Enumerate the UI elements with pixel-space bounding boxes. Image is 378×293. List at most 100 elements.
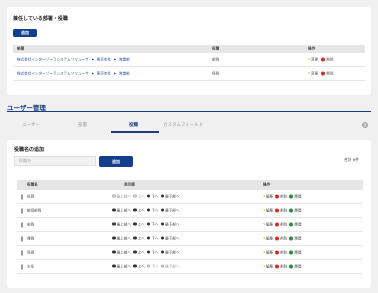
delete-label: 削除	[280, 236, 288, 240]
drag-handle-icon[interactable]	[21, 236, 23, 241]
order-controls: 最上部へ 上へ 下へ 最下部へ	[112, 236, 180, 241]
header-order: 表示順	[124, 182, 135, 187]
position-delete-button[interactable]: 削除	[275, 264, 287, 268]
position-delete-button[interactable]: 削除	[275, 194, 287, 198]
tab-positions[interactable]: 役職	[129, 122, 138, 128]
move-up-button[interactable]: 上へ	[132, 250, 145, 254]
position-edit-button[interactable]: ✎編集	[263, 194, 273, 198]
drag-handle-icon[interactable]	[21, 208, 23, 213]
position-name: 係長	[27, 250, 35, 254]
delete-icon	[275, 236, 280, 240]
move-bottom-button[interactable]: 最下部へ	[160, 250, 180, 254]
position-edit-button[interactable]: ✎編集	[263, 222, 273, 226]
history-icon	[289, 236, 294, 240]
move-top-button[interactable]: 最上部へ	[112, 264, 131, 268]
move-down-button[interactable]: 下へ	[146, 250, 159, 254]
dept-row-position: 係長	[212, 71, 220, 75]
drag-handle-icon[interactable]	[21, 194, 23, 199]
header-ops: 操作	[263, 182, 271, 187]
move-bottom-button[interactable]: 最下部へ	[160, 208, 180, 212]
move-up-button[interactable]: 上へ	[132, 222, 145, 226]
position-history-button[interactable]: 履歴	[289, 222, 302, 226]
drag-handle-icon[interactable]	[21, 222, 23, 227]
edit-label: 編集	[266, 194, 274, 198]
order-label: 下へ	[151, 208, 159, 212]
dept-delete-button[interactable]: 削除	[321, 71, 334, 75]
tab-departments[interactable]: 部署	[78, 122, 87, 128]
position-delete-button[interactable]: 削除	[275, 250, 287, 254]
move-top-button[interactable]: 最上部へ	[112, 250, 131, 254]
tab-custom-fields[interactable]: カスタムフィールド	[163, 122, 203, 128]
order-label: 下へ	[151, 222, 159, 226]
history-label: 履歴	[294, 264, 302, 268]
dept-path-company[interactable]: 株式会社インターゾーラシステムソリューサ	[17, 71, 89, 75]
order-label: 最上部へ	[116, 194, 131, 198]
position-edit-button[interactable]: ✎編集	[263, 236, 273, 240]
position-name-input[interactable]: 役職名	[14, 156, 96, 166]
move-up-button[interactable]: 上へ	[132, 208, 145, 212]
move-up-icon	[132, 264, 137, 268]
position-history-button[interactable]: 履歴	[289, 208, 302, 212]
move-up-button: 上へ	[132, 194, 145, 198]
position-history-button[interactable]: 履歴	[289, 264, 302, 268]
move-top-icon	[112, 208, 116, 212]
order-label: 下へ	[151, 264, 159, 268]
dept-edit-button[interactable]: ✎変更	[308, 57, 318, 61]
position-row: 主任 最上部へ 上へ 下へ 最下部へ ✎編集 削除 履歴	[17, 260, 363, 274]
history-icon	[289, 222, 294, 226]
history-icon	[289, 264, 294, 268]
move-down-button[interactable]: 下へ	[146, 236, 159, 240]
order-controls: 最上部へ 上へ 下へ 最下部へ	[112, 222, 180, 227]
dept-path-office[interactable]: 東京本社	[97, 57, 111, 61]
help-icon[interactable]: ?	[362, 122, 368, 128]
move-down-icon	[146, 194, 151, 198]
position-delete-button[interactable]: 削除	[275, 222, 287, 226]
position-name: 役員	[27, 194, 35, 198]
move-up-button[interactable]: 上へ	[132, 264, 145, 268]
position-delete-button[interactable]: 削除	[275, 236, 287, 240]
position-history-button[interactable]: 履歴	[289, 236, 302, 240]
position-edit-button[interactable]: ✎編集	[263, 264, 273, 268]
move-up-button[interactable]: 上へ	[132, 236, 145, 240]
history-label: 履歴	[294, 194, 302, 198]
move-down-button[interactable]: 下へ	[146, 194, 159, 198]
position-edit-button[interactable]: ✎編集	[263, 208, 273, 212]
position-row: 統括部長 最上部へ 上へ 下へ 最下部へ ✎編集 削除 履歴	[17, 204, 363, 218]
drag-handle-icon[interactable]	[21, 250, 23, 255]
move-top-button[interactable]: 最上部へ	[112, 236, 131, 240]
dept-delete-button[interactable]: 削除	[321, 57, 334, 61]
position-edit-button[interactable]: ✎編集	[263, 250, 273, 254]
move-bottom-icon	[160, 250, 165, 254]
move-down-button: 下へ	[146, 264, 159, 268]
position-history-button[interactable]: 履歴	[289, 250, 302, 254]
move-down-button[interactable]: 下へ	[146, 208, 159, 212]
move-down-icon	[146, 222, 151, 226]
dept-path-company[interactable]: 株式会社インターゾーラシステムソリューサ	[17, 57, 89, 61]
position-name: 部長	[27, 222, 35, 226]
position-add-button[interactable]: 追加	[99, 156, 133, 167]
dept-add-button[interactable]: 追加	[13, 29, 37, 37]
position-history-button[interactable]: 履歴	[289, 194, 302, 198]
move-top-icon	[112, 250, 116, 254]
dept-edit-button[interactable]: ✎変更	[308, 71, 318, 75]
delete-label: 削除	[280, 264, 288, 268]
dept-path-office[interactable]: 東京本社	[97, 71, 111, 75]
move-bottom-button[interactable]: 最下部へ	[160, 236, 180, 240]
move-bottom-button[interactable]: 最下部へ	[160, 194, 180, 198]
move-bottom-button[interactable]: 最下部へ	[160, 222, 180, 226]
move-top-button[interactable]: 最上部へ	[112, 222, 131, 226]
edit-label: 変更	[311, 71, 319, 75]
edit-label: 編集	[266, 250, 274, 254]
position-delete-button[interactable]: 削除	[275, 208, 287, 212]
move-top-button[interactable]: 最上部へ	[112, 208, 131, 212]
delete-icon	[275, 264, 280, 268]
delete-icon	[321, 71, 326, 75]
move-down-button[interactable]: 下へ	[146, 222, 159, 226]
tab-users[interactable]: ユーザー	[22, 122, 40, 128]
dept-path-dept[interactable]: 営業部	[119, 71, 130, 75]
move-down-icon	[146, 236, 151, 240]
dept-path-dept[interactable]: 営業部	[119, 57, 130, 61]
drag-handle-icon[interactable]	[21, 264, 23, 269]
edit-label: 変更	[311, 57, 319, 61]
total-count: 合計 6件	[344, 157, 360, 162]
